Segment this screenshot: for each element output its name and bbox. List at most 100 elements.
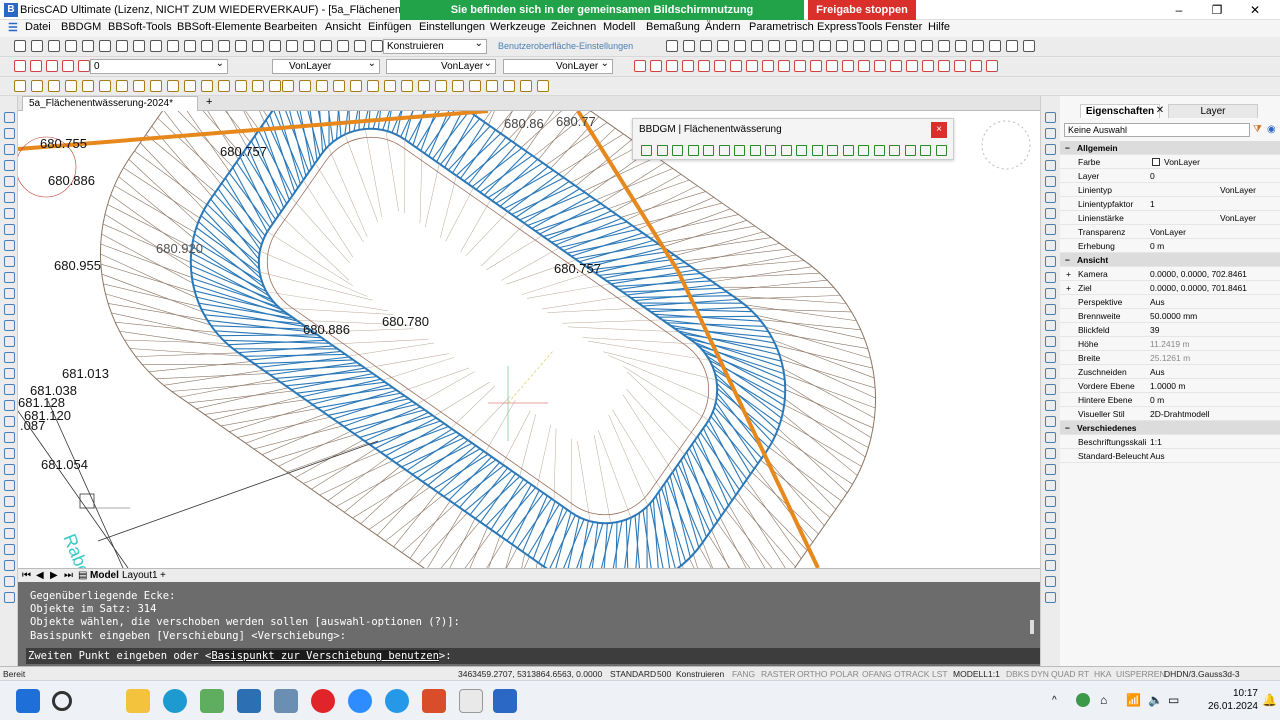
status-dim-style[interactable]: 500 bbox=[657, 669, 671, 679]
battery-icon[interactable]: ▭ bbox=[1168, 693, 1179, 707]
toolbar-tool-icon[interactable] bbox=[235, 40, 247, 52]
tool-icon[interactable] bbox=[333, 80, 345, 92]
quick-select-icon[interactable]: ◉ bbox=[1267, 124, 1276, 135]
modify-tool-icon[interactable] bbox=[1045, 448, 1056, 459]
bbdgm-tool-icon[interactable] bbox=[656, 145, 668, 156]
property-row[interactable]: Vordere Ebene 1.0000 m bbox=[1060, 379, 1280, 393]
tray-app-icon[interactable] bbox=[1076, 693, 1090, 707]
toolbar-tool-icon[interactable] bbox=[320, 40, 332, 52]
layer-combo[interactable]: 0 bbox=[90, 57, 228, 74]
snap-tool-icon[interactable] bbox=[794, 60, 806, 72]
prev-tab-arrow-icon[interactable]: ◀ bbox=[36, 570, 44, 581]
property-row[interactable]: Transparenz VonLayer bbox=[1060, 225, 1280, 239]
draw-tool-icon[interactable] bbox=[4, 384, 15, 395]
snap-tool-icon[interactable] bbox=[650, 60, 662, 72]
property-value[interactable]: Aus bbox=[1150, 295, 1165, 309]
property-category[interactable]: − Allgemein bbox=[1060, 141, 1280, 155]
toolbar-tool-icon[interactable] bbox=[921, 40, 933, 52]
bbdgm-tool-icon[interactable] bbox=[734, 145, 745, 156]
zoom-icon[interactable] bbox=[348, 689, 372, 713]
toolbar-tool-icon[interactable] bbox=[82, 40, 94, 52]
menu-bemassung[interactable]: Bemaßung bbox=[646, 21, 700, 33]
toolbar-tool-icon[interactable] bbox=[785, 40, 797, 52]
snap-tool-icon[interactable] bbox=[874, 60, 886, 72]
app-icon-blue[interactable] bbox=[237, 689, 261, 713]
snap-tool-icon[interactable] bbox=[62, 60, 74, 72]
property-value[interactable]: VonLayer bbox=[1220, 183, 1256, 197]
draw-tool-icon[interactable] bbox=[4, 544, 15, 555]
bbdgm-tool-icon[interactable] bbox=[718, 145, 730, 156]
modify-tool-icon[interactable] bbox=[1045, 544, 1056, 555]
snap-tool-icon[interactable] bbox=[730, 60, 742, 72]
toolbar-tool-icon[interactable] bbox=[184, 40, 196, 52]
property-value[interactable]: Aus bbox=[1150, 365, 1165, 379]
status-modell[interactable]: MODELL bbox=[953, 669, 988, 679]
menu-fenster[interactable]: Fenster bbox=[885, 21, 922, 33]
tool-icon[interactable] bbox=[31, 80, 43, 92]
status-raster[interactable]: RASTER bbox=[761, 669, 795, 679]
toolbar-tool-icon[interactable] bbox=[337, 40, 349, 52]
property-value[interactable]: 25.1261 m bbox=[1150, 351, 1190, 365]
close-properties-icon[interactable]: ✕ bbox=[1154, 104, 1166, 118]
toolbar-tool-icon[interactable] bbox=[133, 40, 145, 52]
snap-tool-icon[interactable] bbox=[682, 60, 694, 72]
toolbar-tool-icon[interactable] bbox=[218, 40, 230, 52]
modify-tool-icon[interactable] bbox=[1045, 560, 1056, 571]
tool-icon[interactable] bbox=[235, 80, 247, 92]
property-value[interactable]: 1 bbox=[1150, 197, 1155, 211]
snap-tool-icon[interactable] bbox=[714, 60, 726, 72]
snap-tool-icon[interactable] bbox=[970, 60, 982, 72]
tool-icon[interactable] bbox=[520, 80, 532, 92]
bricscad-taskbar-icon[interactable] bbox=[493, 689, 517, 713]
tool-icon[interactable] bbox=[435, 80, 447, 92]
menu-bbsoft-tools[interactable]: BBSoft-Tools bbox=[108, 21, 172, 33]
property-value[interactable]: 2D-Drahtmodell bbox=[1150, 407, 1210, 421]
status-workspace[interactable]: Konstruieren bbox=[676, 669, 724, 679]
property-row[interactable]: Erhebung 0 m bbox=[1060, 239, 1280, 253]
modify-tool-icon[interactable] bbox=[1045, 176, 1056, 187]
draw-tool-icon[interactable] bbox=[4, 432, 15, 443]
property-row[interactable]: Farbe VonLayer bbox=[1060, 155, 1280, 169]
toolbar-tool-icon[interactable] bbox=[31, 40, 43, 52]
menu-modell[interactable]: Modell bbox=[603, 21, 635, 33]
toolbar-tool-icon[interactable] bbox=[819, 40, 831, 52]
status-hka[interactable]: HKA bbox=[1094, 669, 1111, 679]
bbdgm-tool-icon[interactable] bbox=[672, 145, 683, 156]
draw-tool-icon[interactable] bbox=[4, 160, 15, 171]
property-row[interactable]: Beschriftungsskali 1:1 bbox=[1060, 435, 1280, 449]
snap-tool-icon[interactable] bbox=[762, 60, 774, 72]
toolbar-tool-icon[interactable] bbox=[201, 40, 213, 52]
modify-tool-icon[interactable] bbox=[1045, 592, 1056, 603]
tool-icon[interactable] bbox=[184, 80, 196, 92]
modify-tool-icon[interactable] bbox=[1045, 272, 1056, 283]
stop-share-button[interactable]: Freigabe stoppen bbox=[808, 0, 916, 20]
property-value[interactable]: 0 bbox=[1150, 169, 1155, 183]
property-row[interactable]: Hintere Ebene 0 m bbox=[1060, 393, 1280, 407]
status-annotation-scale[interactable]: STANDARD bbox=[610, 669, 656, 679]
bbdgm-close-button[interactable]: × bbox=[931, 122, 947, 138]
menu-expresstools[interactable]: ExpressTools bbox=[817, 21, 882, 33]
tab-layer[interactable]: Layer bbox=[1168, 104, 1258, 118]
modify-tool-icon[interactable] bbox=[1045, 416, 1056, 427]
toolbar-tool-icon[interactable] bbox=[989, 40, 1001, 52]
status-ofang[interactable]: OFANG bbox=[862, 669, 892, 679]
snap-tool-icon[interactable] bbox=[954, 60, 966, 72]
toolbar-tool-icon[interactable] bbox=[751, 40, 763, 52]
bbdgm-tool-icon[interactable] bbox=[765, 145, 776, 156]
collapse-icon[interactable]: − bbox=[1065, 141, 1070, 155]
draw-tool-icon[interactable] bbox=[4, 448, 15, 459]
modify-tool-icon[interactable] bbox=[1045, 304, 1056, 315]
toolbar-tool-icon[interactable] bbox=[303, 40, 315, 52]
property-value[interactable]: 0 m bbox=[1150, 393, 1164, 407]
tool-icon[interactable] bbox=[316, 80, 328, 92]
draw-tool-icon[interactable] bbox=[4, 560, 15, 571]
toolbar-tool-icon[interactable] bbox=[904, 40, 916, 52]
collapse-icon[interactable]: − bbox=[1065, 421, 1070, 435]
bbdgm-tool-icon[interactable] bbox=[703, 145, 714, 156]
tab-list-icon[interactable]: ▤ bbox=[78, 570, 87, 581]
draw-tool-icon[interactable] bbox=[4, 272, 15, 283]
tool-icon[interactable] bbox=[486, 80, 498, 92]
toolbar-tool-icon[interactable] bbox=[252, 40, 264, 52]
menu-bbsoft-elemente[interactable]: BBSoft-Elemente bbox=[177, 21, 261, 33]
toolbar-tool-icon[interactable] bbox=[371, 40, 383, 52]
